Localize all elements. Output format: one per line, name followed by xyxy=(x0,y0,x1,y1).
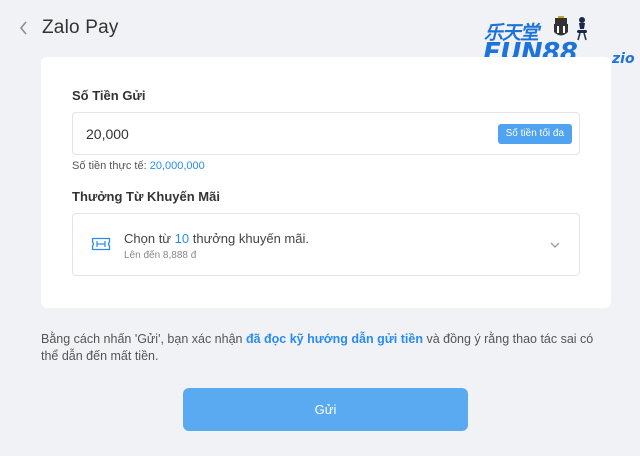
chevron-down-icon[interactable] xyxy=(549,238,561,250)
deposit-guide-link[interactable]: đã đọc kỹ hướng dẫn gửi tiền xyxy=(246,332,423,346)
promotion-label: Thưởng Từ Khuyến Mãi xyxy=(72,189,220,204)
promotion-selector[interactable]: Chọn từ 10 thưởng khuyến mãi. Lên đến 8,… xyxy=(72,213,580,276)
ticket-icon xyxy=(91,236,111,252)
amount-label: Số Tiền Gửi xyxy=(72,88,146,103)
newcastle-crest-icon xyxy=(552,16,570,40)
actual-amount-line: Số tiền thực tế: 20,000,000 xyxy=(72,160,205,172)
submit-button[interactable]: Gửi xyxy=(183,388,468,431)
actual-amount-value: 20,000,000 xyxy=(149,160,205,172)
max-amount-button[interactable]: Số tiền tối đa xyxy=(497,124,572,144)
promotion-count: 10 xyxy=(174,231,190,246)
disclaimer-text: Bằng cách nhấn 'Gửi', bạn xác nhận đã đọ… xyxy=(41,331,611,365)
amount-value[interactable]: 20,000 xyxy=(86,126,129,142)
amount-input[interactable]: 20,000 Số tiền tối đa xyxy=(72,112,580,155)
logo-suffix: zio xyxy=(612,51,635,67)
deposit-card: Số Tiền Gửi 20,000 Số tiền tối đa Số tiề… xyxy=(41,57,611,308)
disclaimer-before: Bằng cách nhấn 'Gửi', bạn xác nhận xyxy=(41,332,243,346)
chevron-left-icon[interactable] xyxy=(14,18,34,38)
actual-amount-label: Số tiền thực tế: xyxy=(72,160,147,172)
promotion-subtext: Lên đến 8,888 đ xyxy=(124,250,197,261)
tottenham-crest-icon xyxy=(573,16,591,41)
promotion-choose-suffix: thưởng khuyến mãi. xyxy=(192,231,309,246)
promotion-choose-text: Chọn từ 10 thưởng khuyến mãi. xyxy=(124,231,309,246)
page-title: Zalo Pay xyxy=(42,17,119,38)
promotion-choose-prefix: Chọn từ xyxy=(124,231,172,246)
